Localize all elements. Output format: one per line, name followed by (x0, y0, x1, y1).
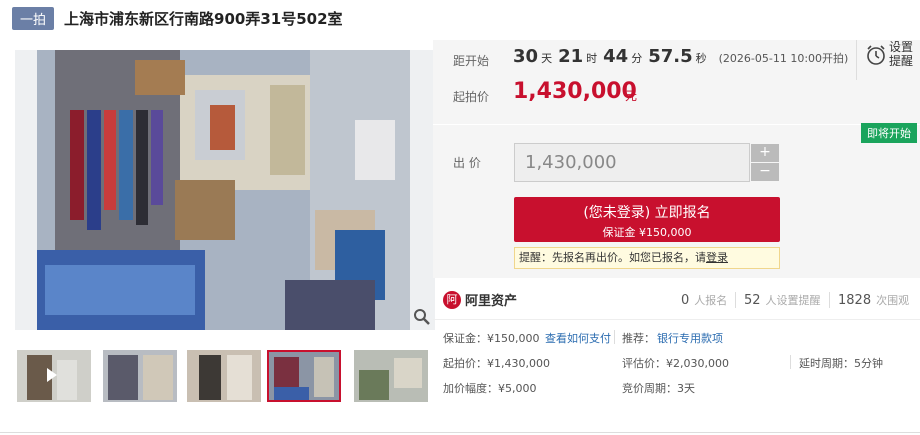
countdown-minutes-unit: 分 (631, 52, 643, 65)
start-time-note: (2026-05-11 10:00开拍) (718, 52, 849, 65)
detail-divider (614, 330, 615, 344)
property-title: 上海市浦东新区行南路900弄31号502室 (64, 9, 343, 28)
reminder-count-value: 52 (744, 293, 761, 308)
ali-logo-text: 阿里资产 (465, 294, 518, 309)
thumbnail-image (17, 350, 91, 402)
thumbnail[interactable] (187, 350, 261, 402)
view-count-value: 1828 (838, 293, 872, 308)
view-count-label: 次围观 (876, 294, 910, 307)
detail-start-price: 起拍价：¥1,430,000 (443, 357, 550, 370)
start-price-label: 起拍价 (453, 90, 490, 104)
start-price-value: 1,430,000 (513, 79, 637, 104)
room-photo (15, 50, 435, 330)
delay-period: 延时周期：5分钟 (799, 357, 883, 370)
decrease-bid-button[interactable]: − (751, 163, 779, 181)
countdown-timer: 30 天 21 时 44 分 57.5 秒 (2026-05-11 10:00开… (513, 46, 848, 67)
stat-divider (735, 292, 736, 308)
signup-button[interactable]: (您未登录) 立即报名 保证金 ¥150,000 (514, 197, 780, 242)
title-bar: 一拍 上海市浦东新区行南路900弄31号502室 (12, 6, 343, 30)
thumbnail[interactable] (103, 350, 177, 402)
bidding-cycle: 竞价周期：3天 (622, 382, 695, 395)
stats-row: 阿 阿里资产 0 人报名 52 人设置提醒 1828 次围观 (433, 280, 920, 320)
bid-increment: 加价幅度：¥5,000 (443, 382, 537, 395)
bid-panel: 即将开始 出 价 + − (您未登录) 立即报名 保证金 ¥150,000 提醒… (433, 123, 920, 278)
signup-count-value: 0 (681, 293, 690, 308)
detail-divider (790, 355, 791, 369)
deposit-info: 保证金：¥150,000 (443, 332, 540, 345)
thumbnail[interactable] (354, 350, 428, 402)
countdown-hours: 21 (558, 46, 584, 67)
bid-amount-input[interactable] (514, 143, 750, 182)
thumbnail-image (269, 352, 339, 400)
increase-bid-button[interactable]: + (751, 144, 779, 162)
view-count: 1828 次围观 (838, 292, 909, 308)
set-reminder-button[interactable]: 设置提醒 (856, 40, 920, 80)
ali-assets-logo: 阿 阿里资产 (443, 290, 517, 309)
zoom-icon[interactable] (413, 308, 431, 326)
signup-count-label: 人报名 (694, 294, 728, 307)
countdown-minutes: 44 (603, 46, 629, 67)
thumbnail-image (187, 350, 261, 402)
countdown-seconds-unit: 秒 (695, 52, 707, 65)
auction-info-panel: 距开始 30 天 21 时 44 分 57.5 秒 (2026-05-11 10… (433, 40, 920, 124)
countdown-label: 距开始 (453, 54, 490, 68)
how-to-pay-link[interactable]: 查看如何支付 (545, 330, 611, 346)
bottom-divider (0, 432, 920, 433)
login-link[interactable]: 登录 (706, 251, 728, 264)
bank-payment-link[interactable]: 银行专用款项 (657, 330, 723, 346)
recommend-label: 推荐： (622, 332, 655, 345)
thumbnail-selected[interactable] (267, 350, 341, 402)
login-notice: 提醒：先报名再出价。如您已报名，请登录 (514, 247, 780, 269)
signup-button-label: (您未登录) 立即报名 (583, 205, 711, 221)
signup-count: 0 人报名 (681, 292, 727, 308)
countdown-days-unit: 天 (541, 52, 553, 65)
thumbnail-image (354, 350, 428, 402)
start-price-unit: 元 (625, 89, 638, 103)
thumbnail-image (103, 350, 177, 402)
countdown-seconds: 57.5 (648, 46, 693, 67)
alarm-clock-icon (867, 45, 885, 65)
stat-divider (829, 292, 830, 308)
set-reminder-label: 设置提醒 (889, 40, 914, 68)
notice-text: 提醒：先报名再出价。如您已报名，请 (519, 251, 706, 264)
reminder-count-label: 人设置提醒 (765, 294, 821, 307)
ali-logo-icon: 阿 (443, 290, 461, 309)
auction-details: 保证金：¥150,000 查看如何支付 推荐： 银行专用款项 起拍价：¥1,43… (433, 322, 920, 402)
countdown-hours-unit: 时 (586, 52, 598, 65)
evaluation-price: 评估价：¥2,030,000 (622, 357, 729, 370)
signup-deposit-note: 保证金 ¥150,000 (602, 226, 692, 239)
countdown-days: 30 (513, 46, 539, 67)
reminder-count: 52 人设置提醒 (744, 292, 821, 308)
status-badge: 即将开始 (861, 123, 917, 143)
bid-label: 出 价 (453, 156, 481, 170)
main-photo[interactable] (15, 50, 435, 330)
thumbnail[interactable] (17, 350, 91, 402)
auction-type-tag: 一拍 (12, 6, 55, 30)
